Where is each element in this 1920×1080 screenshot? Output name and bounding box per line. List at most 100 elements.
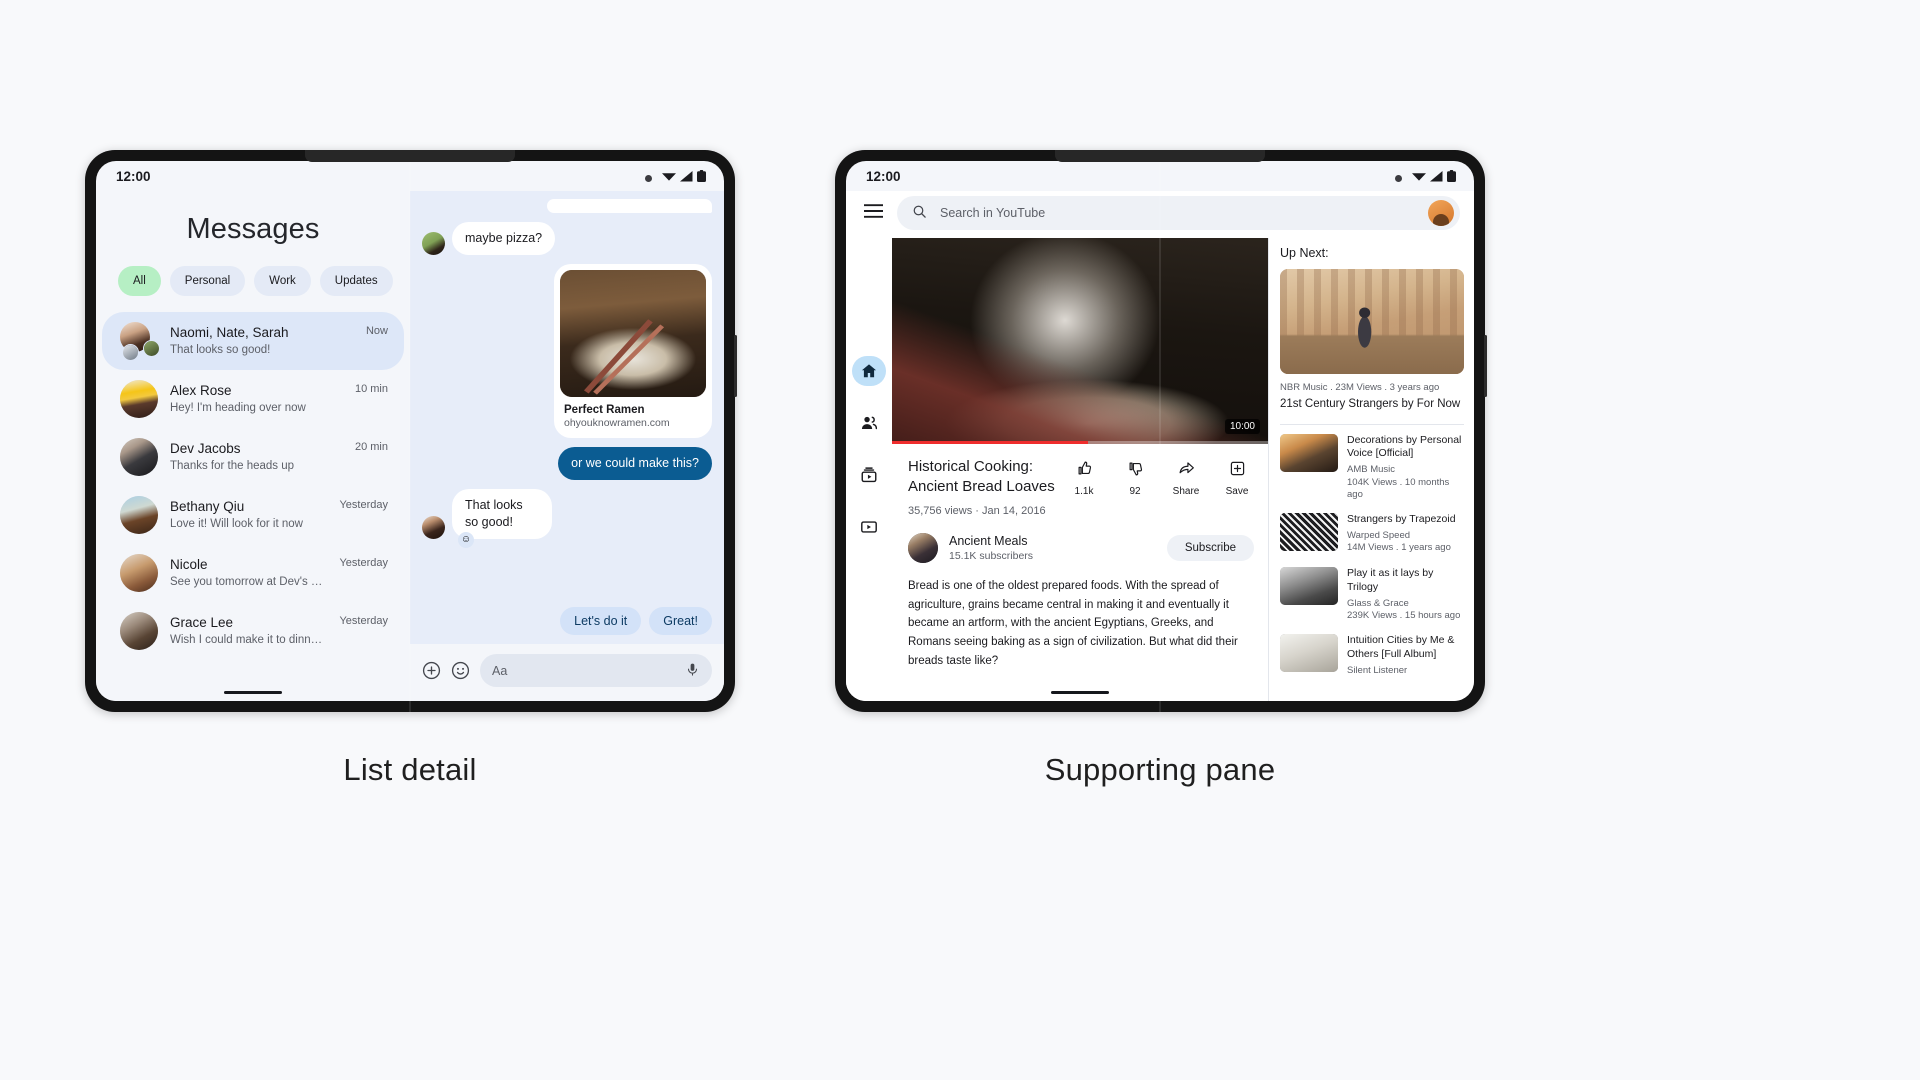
hamburger-menu-icon[interactable]	[863, 203, 884, 223]
status-bar: 12:00	[96, 161, 724, 191]
message-row-2: That looks so good! ☺	[422, 488, 712, 548]
sender-avatar	[422, 231, 445, 255]
up-next-title: Strangers by Trapezoid	[1347, 513, 1456, 526]
message-bubble-incoming[interactable]: That looks so good!	[452, 488, 552, 539]
caption-supporting-pane: Supporting pane	[1044, 752, 1276, 787]
link-preview-card[interactable]: Perfect Ramen ohyouknowramen.com	[554, 263, 712, 438]
rail-item-home[interactable]	[852, 356, 886, 386]
dislike-button[interactable]: 92	[1118, 460, 1152, 517]
channel-text: Ancient Meals 15.1K subscribers	[949, 534, 1033, 562]
conversation-row-4[interactable]: Nicole See you tomorrow at Dev's show? Y…	[102, 544, 404, 602]
conversation-text: Alex Rose Hey! I'm heading over now	[170, 382, 343, 416]
avatar	[120, 380, 158, 418]
channel-avatar[interactable]	[908, 532, 938, 563]
up-next-item-0[interactable]: Decorations by Personal Voice [Official]…	[1280, 433, 1464, 502]
up-next-text: Decorations by Personal Voice [Official]…	[1347, 434, 1464, 502]
like-button[interactable]: 1.1k	[1067, 460, 1101, 517]
device-right-youtube: 12:00 Search in YouTube 10:00 Historical…	[835, 150, 1487, 712]
message-row-1: or we could make this?	[422, 446, 712, 480]
share-icon	[1179, 462, 1194, 474]
up-next-title: Decorations by Personal Voice [Official]	[1347, 433, 1462, 460]
chopsticks-icon	[583, 319, 665, 395]
rail-item-subscriptions[interactable]	[852, 460, 886, 490]
up-next-stats: 104K Views . 10 months ago	[1347, 476, 1450, 500]
conversation-row-5[interactable]: Grace Lee Wish I could make it to dinner…	[102, 602, 404, 660]
message-reaction-badge[interactable]: ☺	[458, 531, 474, 548]
rail-item-shared[interactable]	[852, 408, 886, 438]
share-button[interactable]: Share	[1169, 460, 1203, 517]
up-next-pane: Up Next: NBR Music . 23M Views . 3 years…	[1268, 238, 1474, 701]
power-button[interactable]	[1484, 335, 1487, 397]
up-next-item-3[interactable]: Intuition Cities by Me & Others [Full Al…	[1280, 634, 1464, 677]
up-next-title: Intuition Cities by Me & Others [Full Al…	[1347, 634, 1455, 661]
dislike-count: 92	[1129, 486, 1141, 497]
up-next-thumbnail	[1280, 433, 1338, 472]
save-button[interactable]: Save	[1220, 460, 1254, 517]
up-next-hero-title: 21st Century Strangers by For Now	[1280, 398, 1461, 410]
share-label: Share	[1172, 486, 1200, 497]
smart-reply-lets-do-it[interactable]: Let's do it	[560, 607, 642, 635]
divider	[1280, 423, 1464, 425]
conversation-snippet: Hey! I'm heading over now	[170, 402, 306, 415]
device-notch	[305, 150, 515, 162]
emoji-icon[interactable]	[451, 661, 470, 680]
message-composer: Aa	[410, 644, 724, 701]
messages-body: Messages All Personal Work Updates Naomi…	[96, 191, 724, 701]
subscriptions-icon	[861, 467, 877, 483]
smart-reply-great[interactable]: Great!	[649, 607, 712, 635]
microphone-icon[interactable]	[685, 662, 700, 680]
up-next-item-1[interactable]: Strangers by Trapezoid Warped Speed 14M …	[1280, 513, 1464, 555]
rail-item-library[interactable]	[852, 512, 886, 542]
conversation-list-pane: Messages All Personal Work Updates Naomi…	[96, 191, 410, 701]
avatar-group	[120, 322, 160, 361]
plus-circle-icon[interactable]	[422, 661, 441, 680]
filter-chip-personal[interactable]: Personal	[169, 266, 246, 296]
conversation-time: Now	[365, 325, 388, 337]
player-progress-bar[interactable]	[892, 441, 1268, 444]
message-row-partial	[422, 199, 712, 213]
filter-chip-row: All Personal Work Updates	[96, 266, 410, 312]
message-input[interactable]: Aa	[480, 654, 712, 687]
conversation-list: Naomi, Nate, Sarah That looks so good! N…	[96, 312, 410, 701]
message-bubble-outgoing[interactable]: or we could make this?	[558, 446, 712, 480]
conversation-text: Bethany Qiu Love it! Will look for it no…	[170, 498, 327, 532]
conversation-name: Alex Rose	[170, 382, 232, 398]
device-left-messages: 12:00 Messages All Personal Work Updates	[85, 150, 737, 712]
avatar[interactable]	[1428, 200, 1454, 226]
filter-chip-all[interactable]: All	[118, 266, 161, 296]
front-camera-icon	[645, 175, 652, 182]
conversation-row-0[interactable]: Naomi, Nate, Sarah That looks so good! N…	[102, 312, 404, 370]
video-title: Historical Cooking: Ancient Bread Loaves	[908, 458, 1055, 495]
channel-subscribers: 15.1K subscribers	[949, 549, 1034, 562]
filter-chip-updates[interactable]: Updates	[319, 266, 393, 296]
conversation-row-2[interactable]: Dev Jacobs Thanks for the heads up 20 mi…	[102, 428, 404, 486]
message-row-0: maybe pizza?	[422, 222, 712, 255]
video-player[interactable]: 10:00	[892, 238, 1268, 444]
conversation-row-3[interactable]: Bethany Qiu Love it! Will look for it no…	[102, 486, 404, 544]
caption-list-detail: List detail	[343, 752, 477, 787]
filter-chip-work[interactable]: Work	[254, 266, 311, 296]
sender-avatar	[422, 515, 445, 539]
search-input[interactable]: Search in YouTube	[897, 196, 1460, 230]
up-next-hero-meta: NBR Music . 23M Views . 3 years ago	[1280, 382, 1440, 393]
up-next-hero[interactable]: NBR Music . 23M Views . 3 years ago 21st…	[1280, 269, 1464, 413]
conversation-text: Naomi, Nate, Sarah That looks so good!	[170, 324, 354, 358]
home-icon	[861, 364, 877, 378]
conversation-name: Naomi, Nate, Sarah	[170, 324, 289, 340]
conversation-name: Dev Jacobs	[170, 440, 241, 456]
up-next-item-2[interactable]: Play it as it lays by Trilogy Glass & Gr…	[1280, 566, 1464, 622]
message-bubble-incoming[interactable]: maybe pizza?	[452, 222, 556, 255]
subscribe-button[interactable]: Subscribe	[1166, 534, 1254, 561]
conversation-row-1[interactable]: Alex Rose Hey! I'm heading over now 10 m…	[102, 370, 404, 428]
wifi-icon	[662, 172, 676, 181]
up-next-text: Strangers by Trapezoid Warped Speed 14M …	[1347, 513, 1464, 555]
conversation-text: Grace Lee Wish I could make it to dinner…	[170, 614, 327, 648]
thumbs-up-icon	[1078, 461, 1091, 475]
up-next-channel: Silent Listener	[1347, 664, 1408, 676]
conversation-name: Grace Lee	[170, 614, 234, 630]
front-camera-icon	[1395, 175, 1402, 182]
signal-icon	[1430, 170, 1443, 181]
power-button[interactable]	[734, 335, 737, 397]
battery-icon	[1447, 170, 1456, 182]
save-label: Save	[1225, 486, 1249, 497]
